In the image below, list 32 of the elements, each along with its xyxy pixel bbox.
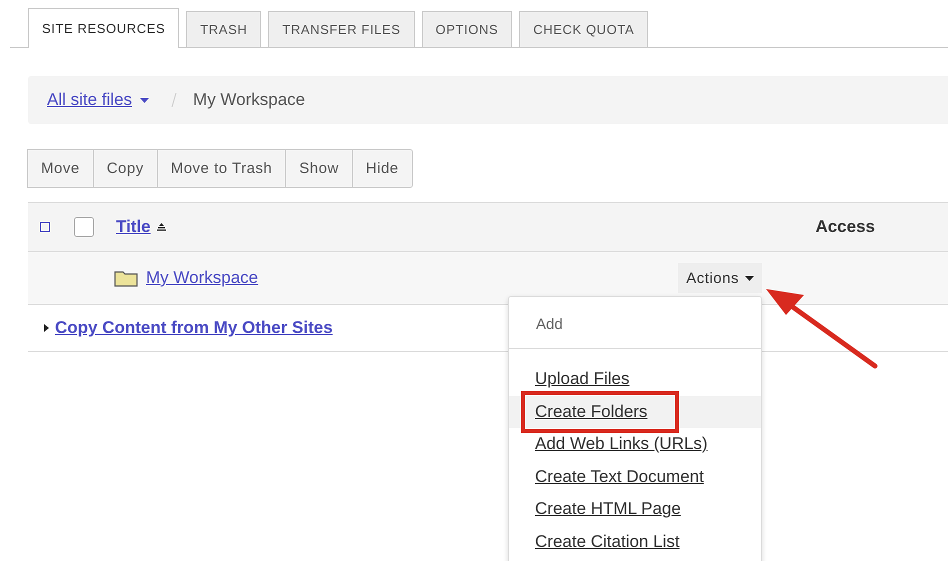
- caret-icon: [140, 98, 150, 102]
- tab[interactable]: SITE RESOURCES: [28, 8, 180, 48]
- menu-item[interactable]: Create Folders: [509, 396, 761, 428]
- toolbar-button[interactable]: Show: [285, 149, 353, 188]
- tab[interactable]: CHECK QUOTA: [519, 11, 648, 47]
- toolbar-button[interactable]: Copy: [92, 149, 158, 188]
- toolbar-button[interactable]: Move: [27, 149, 94, 188]
- toolbar-button[interactable]: Hide: [352, 149, 413, 188]
- tab[interactable]: TRASH: [186, 11, 262, 47]
- menu-item[interactable]: Create Citation List: [509, 526, 761, 558]
- separator-icon: [171, 93, 178, 107]
- breadcrumb-current: My Workspace: [193, 90, 306, 110]
- menu-item[interactable]: Add Web Links (URLs): [509, 428, 761, 460]
- tab[interactable]: TRANSFER FILES: [268, 11, 415, 47]
- folder-link[interactable]: My Workspace: [146, 268, 258, 288]
- toolbar-button[interactable]: Move to Trash: [156, 149, 286, 188]
- menu-item[interactable]: Create HTML Page: [509, 493, 761, 526]
- select-all-icon[interactable]: [40, 222, 50, 232]
- checkbox[interactable]: [74, 217, 94, 237]
- menu-header: Add: [535, 315, 564, 333]
- column-header: Access: [815, 217, 875, 237]
- caret-icon: [745, 276, 754, 280]
- breadcrumb-link[interactable]: All site files: [47, 90, 150, 110]
- folder-icon: [114, 269, 138, 287]
- section-link[interactable]: Copy Content from My Other Sites: [55, 318, 333, 338]
- sort-icon: [156, 223, 166, 231]
- title-sort-link[interactable]: Title: [116, 217, 166, 237]
- menu-item[interactable]: Upload Files: [509, 363, 761, 396]
- actions-button[interactable]: Actions: [678, 263, 762, 293]
- menu-item[interactable]: Create Text Document: [509, 460, 761, 493]
- tab[interactable]: OPTIONS: [422, 11, 512, 47]
- expand-icon[interactable]: [44, 324, 49, 332]
